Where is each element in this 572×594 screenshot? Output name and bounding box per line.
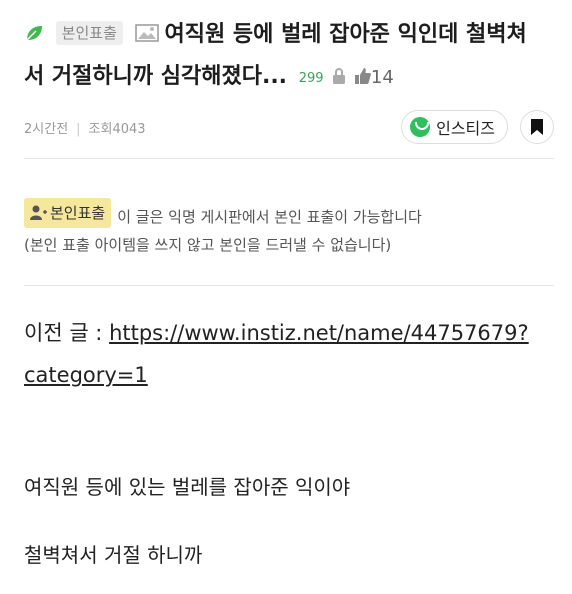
- notice-badge: 본인표출: [24, 198, 112, 228]
- divider-middle: [24, 285, 554, 286]
- notice-text-1: 이 글은 익명 게시판에서 본인 표출이 가능합니다: [117, 208, 422, 226]
- time-ago: 2시간전: [24, 122, 69, 137]
- thumbs-up-icon[interactable]: [354, 67, 371, 85]
- lock-icon: [333, 68, 346, 84]
- body-paragraph-1: 여직원 등에 있는 벌레를 잡아준 익이야: [24, 475, 351, 499]
- post-title-block: 본인표출 여직원 등에 벌레 잡아준 익인데 철벽쳐 서 거절하니까 심각해졌다…: [24, 14, 554, 100]
- post-title-line-1: 본인표출 여직원 등에 벌레 잡아준 익인데 철벽쳐: [24, 14, 554, 56]
- like-count: 14: [370, 67, 394, 88]
- small-view-count: 299: [298, 71, 324, 86]
- previous-post-link-continued[interactable]: category=1: [24, 363, 148, 387]
- self-reveal-notice: 본인표출 이 글은 익명 게시판에서 본인 표출이 가능합니다 (본인 표출 아…: [24, 198, 554, 259]
- post-body: 이전 글 : https://www.instiz.net/name/44757…: [24, 312, 564, 567]
- self-reveal-badge: 본인표출: [55, 21, 123, 45]
- meta-separator: |: [76, 122, 81, 137]
- notice-line-2: (본인 표출 아이템을 쓰지 않고 본인을 드러낼 수 없습니다): [24, 236, 392, 254]
- picture-icon: [134, 24, 159, 42]
- person-icon: [30, 205, 47, 220]
- post-title-part-2: 서 거절하니까 심각해졌다...: [24, 64, 288, 89]
- view-count: 조회4043: [88, 122, 146, 137]
- notice-badge-label: 본인표출: [50, 204, 106, 222]
- bookmark-icon: [531, 119, 543, 135]
- body-paragraph-2: 철벽쳐서 거절 하니까: [24, 543, 203, 567]
- leaf-icon: [26, 26, 42, 41]
- post-info-row: 2시간전 | 조회4043 인스티즈: [24, 108, 554, 148]
- notice-line-1: 본인표출 이 글은 익명 게시판에서 본인 표출이 가능합니다: [24, 198, 554, 231]
- previous-post-line-2: category=1: [24, 354, 564, 396]
- post-title-part-1: 여직원 등에 벌레 잡아준 익인데 철벽쳐: [164, 22, 527, 47]
- instiz-share-button[interactable]: 인스티즈: [401, 110, 508, 144]
- instiz-button-label: 인스티즈: [436, 119, 495, 138]
- post-meta: 2시간전 | 조회4043: [24, 118, 146, 137]
- previous-post-line: 이전 글 : https://www.instiz.net/name/44757…: [24, 312, 564, 354]
- divider-top: [24, 158, 554, 159]
- post-title-line-2: 서 거절하니까 심각해졌다... 299 14: [24, 56, 554, 100]
- instiz-logo-icon: [410, 117, 431, 137]
- previous-post-prefix: 이전 글 :: [24, 321, 110, 345]
- previous-post-link[interactable]: https://www.instiz.net/name/44757679?: [109, 321, 529, 345]
- bookmark-button[interactable]: [520, 110, 554, 144]
